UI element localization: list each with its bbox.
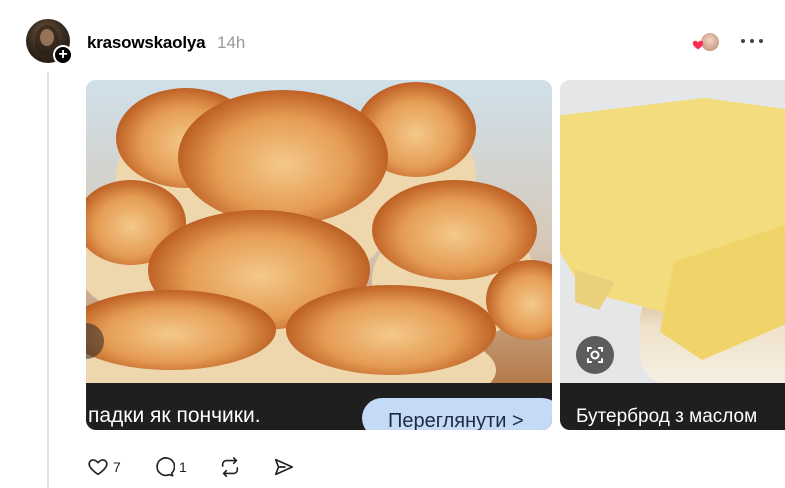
heart-icon — [692, 40, 704, 50]
visual-search-button[interactable] — [576, 336, 614, 374]
view-button-label: Переглянути > — [388, 410, 524, 430]
media-caption-1: падки як пончики. — [88, 404, 261, 427]
post-timestamp: 14h — [217, 33, 246, 52]
like-button[interactable]: 7 — [87, 455, 121, 479]
thread-line — [47, 72, 49, 488]
follow-plus-icon[interactable]: + — [53, 45, 73, 65]
avatar-face — [40, 29, 54, 46]
heart-outline-icon — [88, 459, 108, 476]
send-icon — [274, 458, 294, 476]
view-button[interactable]: Переглянути > — [362, 398, 552, 430]
share-button[interactable] — [273, 455, 295, 479]
repost-button[interactable] — [219, 455, 241, 479]
media-card-2[interactable]: Бутерброд з маслом — [560, 80, 785, 430]
more-horizontal-icon[interactable] — [738, 31, 766, 51]
username[interactable]: krasowskaolya — [87, 33, 206, 53]
visual-search-icon — [587, 347, 603, 363]
reply-button[interactable]: 1 — [153, 455, 187, 479]
media-card-1[interactable]: падки як пончики. Переглянути > — [86, 80, 552, 430]
pancakes-photo — [86, 80, 552, 410]
like-count: 7 — [113, 459, 121, 475]
reply-count: 1 — [179, 459, 187, 475]
comment-icon — [156, 457, 175, 477]
liked-by-indicator[interactable] — [692, 31, 722, 53]
repost-icon — [221, 457, 239, 477]
media-caption-2: Бутерброд з маслом — [576, 406, 758, 427]
